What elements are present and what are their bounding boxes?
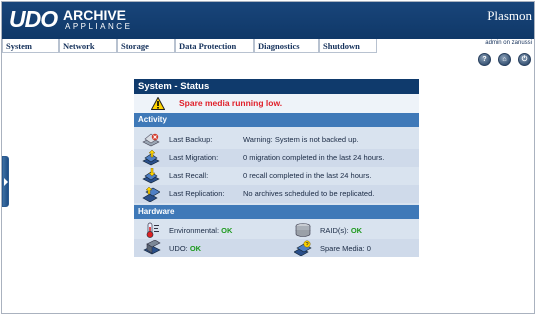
spare-media-value: 0: [366, 244, 371, 253]
activity-label: Last Migration:: [169, 153, 219, 162]
system-status-panel: System - Status Spare media running low.…: [134, 79, 419, 257]
menu-network[interactable]: Network: [59, 39, 117, 53]
activity-row-replication: Last Replication: No archives scheduled …: [134, 185, 419, 203]
activity-label: Last Backup:: [169, 135, 213, 144]
spare-media-status: Spare Media: 0: [320, 244, 371, 253]
app-header: UDO ARCHIVE APPLIANCE Plasmon: [2, 2, 534, 39]
activity-value: 0 recall completed in the last 24 hours.: [243, 171, 372, 180]
expand-arrow-icon: [4, 178, 8, 186]
alert-message: Spare media running low.: [179, 98, 283, 108]
logo-udo-text: UDO: [9, 6, 58, 32]
activity-row-recall: Last Recall: 0 recall completed in the l…: [134, 167, 419, 185]
activity-value: No archives scheduled to be replicated.: [243, 189, 375, 198]
menu-system[interactable]: System: [2, 39, 59, 53]
environmental-value: OK: [221, 226, 233, 235]
side-panel-toggle[interactable]: [2, 156, 9, 207]
plasmon-brand: Plasmon: [487, 8, 532, 23]
warning-icon: [151, 97, 165, 110]
environmental-label: Environmental:: [169, 226, 220, 235]
udo-label: UDO:: [169, 244, 188, 253]
raid-status: RAID(s): OK: [320, 226, 362, 235]
menu-storage[interactable]: Storage: [117, 39, 175, 53]
menu-diagnostics[interactable]: Diagnostics: [254, 39, 319, 53]
raid-label: RAID(s):: [320, 226, 349, 235]
main-menu-bar: System Network Storage Data Protection D…: [2, 39, 534, 53]
raid-value: OK: [350, 226, 363, 235]
spare-media-icon: [294, 240, 312, 256]
thermometer-icon: [146, 222, 159, 238]
menu-data-protection[interactable]: Data Protection: [175, 39, 254, 53]
help-icon[interactable]: ?: [478, 53, 491, 66]
logged-in-user: admin on zanussi: [485, 40, 532, 46]
hardware-header: Hardware: [134, 205, 419, 219]
udo-status: UDO: OK: [169, 244, 201, 253]
migration-icon: [142, 150, 160, 166]
activity-label: Last Recall:: [169, 171, 209, 180]
environmental-status: Environmental: OK: [169, 226, 232, 235]
activity-row-backup: Last Backup: Warning: System is not back…: [134, 131, 419, 149]
activity-value: 0 migration completed in the last 24 hou…: [243, 153, 385, 162]
activity-label: Last Replication:: [169, 189, 225, 198]
logo-archive-text: ARCHIVE: [63, 7, 127, 23]
activity-value: Warning: System is not backed up.: [243, 135, 359, 144]
udo-value: OK: [189, 244, 202, 253]
app-window: UDO ARCHIVE APPLIANCE Plasmon System Net…: [1, 1, 535, 314]
udo-drive-icon: [143, 240, 161, 255]
spare-media-label: Spare Media:: [320, 244, 365, 253]
activity-header: Activity: [134, 113, 419, 127]
home-icon[interactable]: ⌂: [498, 53, 511, 66]
backup-icon: [142, 133, 160, 147]
alert-row: Spare media running low.: [134, 94, 419, 113]
activity-row-migration: Last Migration: 0 migration completed in…: [134, 149, 419, 167]
power-icon[interactable]: ⏻: [518, 53, 531, 66]
main-menu: System Network Storage Data Protection D…: [2, 39, 377, 53]
menu-shutdown[interactable]: Shutdown: [319, 39, 377, 53]
logo-appliance-text: APPLIANCE: [65, 22, 133, 31]
recall-icon: [142, 168, 160, 184]
panel-title: System - Status: [134, 79, 419, 94]
raid-icon: [295, 223, 311, 237]
replication-icon: [142, 186, 160, 202]
